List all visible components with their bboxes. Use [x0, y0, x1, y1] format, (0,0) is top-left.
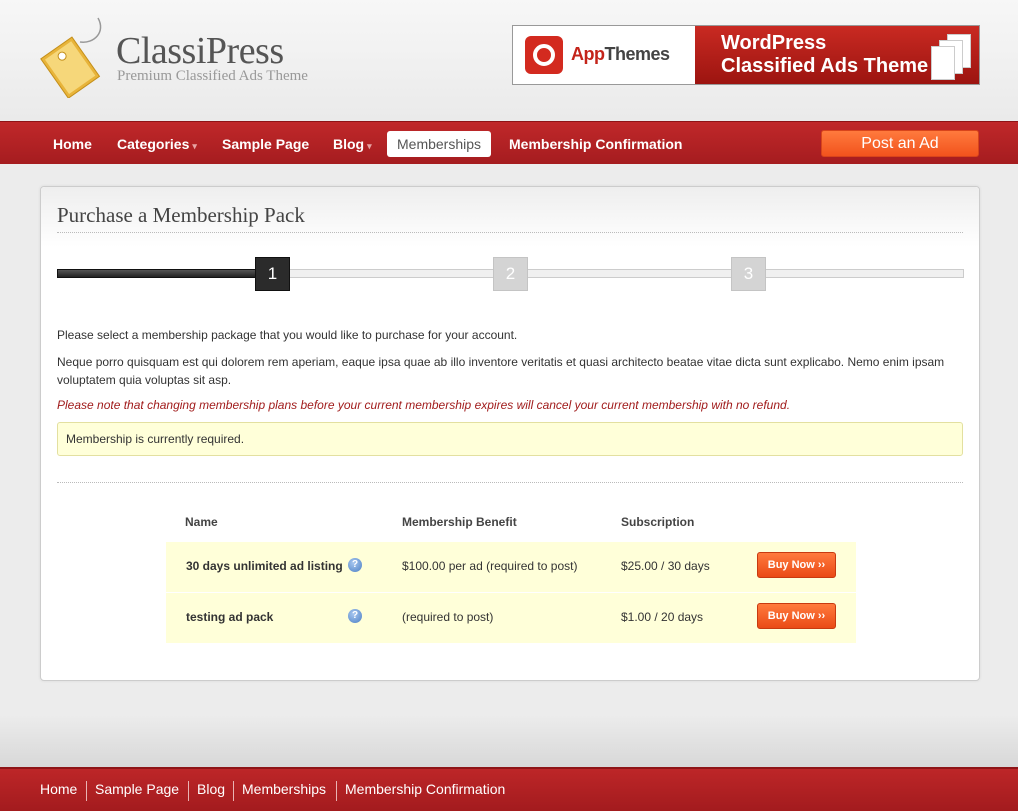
footer-link-membership-confirmation[interactable]: Membership Confirmation	[345, 781, 505, 797]
pack-name: testing ad pack	[186, 610, 274, 624]
appthemes-ad-banner[interactable]: AppThemes WordPress Classified Ads Theme	[512, 25, 980, 85]
divider	[86, 781, 87, 801]
footer-nav: Home Sample Page Blog Memberships Member…	[0, 767, 1018, 811]
help-icon[interactable]: ?	[348, 609, 362, 623]
divider	[57, 482, 963, 483]
refund-warning: Please note that changing membership pla…	[57, 398, 791, 412]
site-header: ClassiPress Premium Classified Ads Theme…	[0, 0, 1018, 121]
col-header-name: Name	[185, 515, 218, 529]
pack-subscription: $25.00 / 30 days	[621, 559, 710, 573]
help-icon[interactable]: ?	[348, 558, 362, 572]
divider	[57, 232, 963, 233]
pack-name: 30 days unlimited ad listing	[186, 559, 343, 573]
page-title: Purchase a Membership Pack	[57, 203, 305, 227]
nav-categories[interactable]: Categories ▾	[107, 131, 207, 157]
col-header-subscription: Subscription	[621, 515, 695, 529]
step-3: 3	[731, 257, 766, 291]
banner-headline-area: WordPress Classified Ads Theme	[695, 26, 979, 84]
footer-link-sample-page[interactable]: Sample Page	[95, 781, 179, 797]
chevron-down-icon: ▾	[192, 141, 197, 151]
nav-membership-confirmation[interactable]: Membership Confirmation	[499, 131, 692, 157]
buy-now-button[interactable]: Buy Now ››	[757, 603, 836, 629]
banner-brand-name: AppThemes	[571, 44, 670, 64]
step-progress-fill	[57, 269, 259, 278]
gear-icon	[525, 36, 563, 74]
site-title[interactable]: ClassiPress	[116, 32, 284, 70]
footer-link-memberships[interactable]: Memberships	[242, 781, 326, 797]
site-tagline: Premium Classified Ads Theme	[117, 68, 308, 84]
step-2: 2	[493, 257, 528, 291]
table-row: testing ad pack ? (required to post) $1.…	[166, 593, 856, 643]
divider	[233, 781, 234, 801]
intro-text: Please select a membership package that …	[57, 328, 518, 342]
banner-headline: WordPress Classified Ads Theme	[721, 32, 929, 77]
col-header-benefit: Membership Benefit	[402, 515, 517, 529]
nav-sample-page[interactable]: Sample Page	[212, 131, 319, 157]
footer-link-blog[interactable]: Blog	[197, 781, 225, 797]
membership-content-box: Purchase a Membership Pack 1 2 3 Please …	[40, 186, 980, 681]
main-nav: Home Categories ▾ Sample Page Blog ▾ Membe…	[0, 121, 1018, 164]
step-1: 1	[255, 257, 290, 291]
divider	[336, 781, 337, 801]
nav-home[interactable]: Home	[43, 131, 102, 157]
buy-now-button[interactable]: Buy Now ››	[757, 552, 836, 578]
pack-benefit: $100.00 per ad (required to post)	[402, 559, 578, 573]
price-tag-logo-icon[interactable]	[36, 14, 102, 98]
pack-subscription: $1.00 / 20 days	[621, 610, 704, 624]
banner-brand: AppThemes	[513, 26, 693, 84]
nav-blog[interactable]: Blog ▾	[323, 131, 382, 157]
membership-required-notice: Membership is currently required.	[57, 422, 963, 456]
description-text: Neque porro quisquam est qui dolorem rem…	[57, 355, 945, 387]
pack-benefit: (required to post)	[402, 610, 494, 624]
screenshot-stack-icon	[929, 34, 973, 82]
footer-link-home[interactable]: Home	[40, 781, 77, 797]
post-ad-button[interactable]: Post an Ad	[821, 130, 979, 157]
table-row: 30 days unlimited ad listing ? $100.00 p…	[166, 542, 856, 592]
divider	[188, 781, 189, 801]
chevron-down-icon: ▾	[367, 141, 372, 151]
nav-memberships[interactable]: Memberships	[387, 131, 492, 157]
